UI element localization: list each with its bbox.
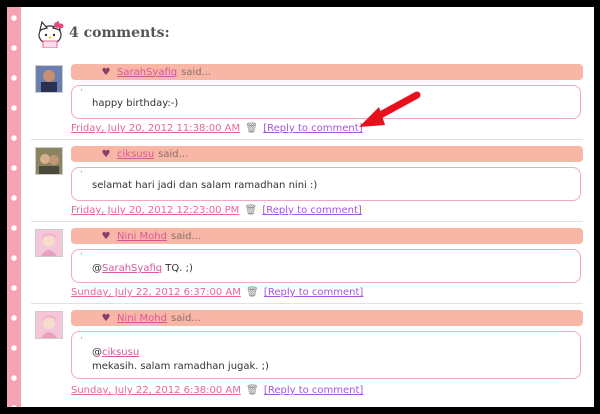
comment-author-bar: ♥ Nini Mohd said...	[71, 310, 583, 326]
said-label: said...	[181, 66, 212, 78]
trash-icon[interactable]: 🗑	[245, 123, 258, 134]
trash-icon[interactable]: 🗑	[244, 205, 257, 216]
author-link[interactable]: SarahSyafiq	[117, 67, 177, 78]
comment-bubble: ‘ selamat hari jadi dan salam ramadhan n…	[71, 167, 581, 201]
comments-count-title: 4 comments:	[69, 25, 170, 41]
comment-timestamp[interactable]: Friday, July 20, 2012 11:38:00 AM	[71, 123, 240, 134]
mention-link[interactable]: ciksusu	[102, 347, 139, 358]
reply-link[interactable]: [Reply to comment]	[264, 385, 363, 396]
author-link[interactable]: Nini Mohd	[117, 231, 167, 242]
comment-text: TQ. ;)	[162, 263, 193, 274]
comment-text: selamat hari jadi dan salam ramadhan nin…	[92, 180, 318, 191]
quote-icon: ‘	[80, 336, 83, 346]
avatar[interactable]	[35, 65, 63, 93]
comment-meta: Sunday, July 22, 2012 6:37:00 AM 🗑 [Repl…	[71, 287, 363, 298]
comments-header: 4 comments:	[35, 15, 170, 51]
comment-meta: Friday, July 20, 2012 11:38:00 AM 🗑 [Rep…	[71, 123, 363, 134]
divider	[31, 303, 583, 304]
comment-author-bar: ♥ ciksusu said...	[71, 146, 583, 162]
comment-author-bar: ♥ Nini Mohd said...	[71, 228, 583, 244]
trash-icon[interactable]: 🗑	[246, 385, 259, 396]
avatar[interactable]	[35, 229, 63, 257]
mention-prefix: @	[92, 347, 102, 358]
heart-icon: ♥	[101, 230, 111, 242]
comment-text: mekasih. salam ramadhan jugak. ;)	[92, 361, 269, 372]
avatar[interactable]	[35, 147, 63, 175]
comment-bubble: ‘ happy birthday:-)	[71, 85, 581, 119]
author-link[interactable]: ciksusu	[117, 149, 154, 160]
red-arrow-icon	[359, 91, 421, 127]
comment-timestamp[interactable]: Sunday, July 22, 2012 6:38:00 AM	[71, 385, 241, 396]
dotted-pink-border	[7, 7, 21, 407]
heart-icon: ♥	[101, 312, 111, 324]
heart-icon: ♥	[101, 66, 111, 78]
said-label: said...	[171, 230, 201, 242]
avatar[interactable]	[35, 311, 63, 339]
hello-kitty-icon	[38, 20, 64, 48]
divider	[31, 221, 583, 222]
comment-bubble: ‘ @ciksusu mekasih. salam ramadhan jugak…	[71, 331, 581, 379]
author-link[interactable]: Nini Mohd	[117, 313, 167, 324]
comment-author-bar: ♥ SarahSyafiq said...	[71, 64, 583, 80]
heart-icon: ♥	[101, 148, 111, 160]
comment-meta: Friday, July 20, 2012 12:23:00 PM 🗑 [Rep…	[71, 205, 362, 216]
reply-link[interactable]: [Reply to comment]	[264, 287, 363, 298]
said-label: said...	[158, 148, 189, 160]
quote-icon: ‘	[80, 252, 83, 262]
divider	[31, 139, 583, 140]
quote-icon: ‘	[80, 88, 83, 98]
quote-icon: ‘	[80, 170, 83, 180]
reply-link[interactable]: [Reply to comment]	[262, 205, 361, 216]
comment-timestamp[interactable]: Sunday, July 22, 2012 6:37:00 AM	[71, 287, 241, 298]
said-label: said...	[171, 312, 201, 324]
comments-panel: 4 comments: ♥ SarahSyafiq said... ‘ happ…	[7, 7, 594, 407]
reply-link[interactable]: [Reply to comment]	[263, 123, 362, 134]
comment-text: happy birthday:-)	[92, 98, 179, 109]
mention-link[interactable]: SarahSyafiq	[102, 263, 162, 274]
comment-timestamp[interactable]: Friday, July 20, 2012 12:23:00 PM	[71, 205, 239, 216]
mention-prefix: @	[92, 263, 102, 274]
trash-icon[interactable]: 🗑	[246, 287, 259, 298]
comment-bubble: ‘ @SarahSyafiq TQ. ;)	[71, 249, 581, 283]
comment-meta: Sunday, July 22, 2012 6:38:00 AM 🗑 [Repl…	[71, 385, 363, 396]
